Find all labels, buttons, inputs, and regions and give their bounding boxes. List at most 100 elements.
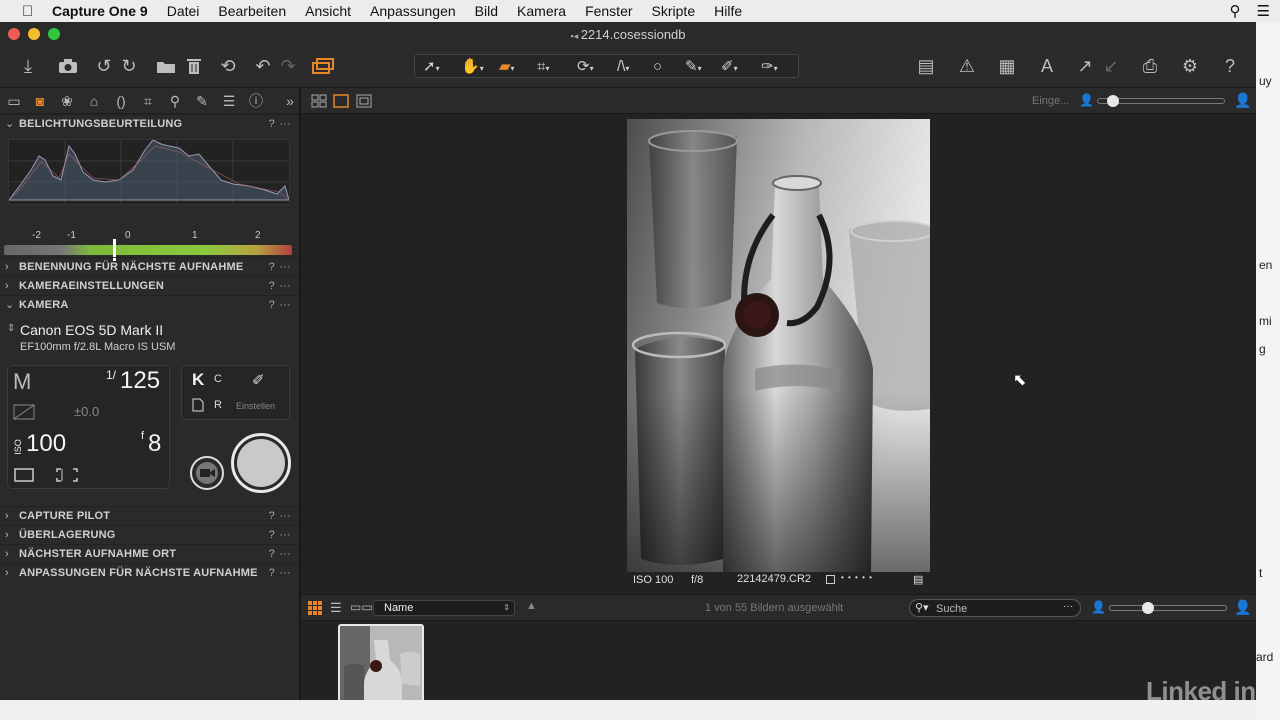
section-naechster-aufnahme-ort[interactable]: › NÄCHSTER AUFNAHME ORT ? ··· <box>0 544 299 563</box>
trash-icon[interactable] <box>182 54 206 78</box>
exposure-tab-icon[interactable]: ⌂ <box>85 92 103 110</box>
more-options-icon[interactable]: ··· <box>279 545 291 563</box>
details-tab-icon[interactable]: ⚲ <box>166 92 184 110</box>
grid-icon[interactable]: ▦ <box>995 54 1019 78</box>
c-label[interactable]: C <box>214 373 222 385</box>
notification-list-icon[interactable]: ☰ <box>1257 2 1270 20</box>
rotate-left-icon[interactable]: ↺ <box>92 54 116 78</box>
more-options-icon[interactable]: ··· <box>279 115 291 133</box>
color-picker-icon[interactable]: ✐▾ <box>721 56 738 78</box>
help-icon[interactable]: ? <box>269 277 275 295</box>
image-viewer[interactable]: ISO 100 f/8 22142479.CR2 • • • • • ▤ ⬉ <box>301 114 1256 594</box>
section-kameraeinstellungen[interactable]: › KAMERAEINSTELLUNGEN ? ··· <box>0 276 299 295</box>
help-icon[interactable]: ? <box>269 296 275 314</box>
capture-camera-icon[interactable] <box>56 54 80 78</box>
list-view-icon[interactable]: ☰ <box>330 600 342 616</box>
brush-icon[interactable]: ✎▾ <box>685 56 702 78</box>
copy-apply-icon[interactable]: ✑▾ <box>761 56 778 78</box>
composition-tab-icon[interactable]: ⌗ <box>139 92 157 110</box>
einstellen-label[interactable]: Einstellen <box>236 401 275 411</box>
apply-adjustments-icon[interactable]: ↙ <box>1099 54 1123 78</box>
pan-hand-icon[interactable]: ✋▾ <box>461 56 484 78</box>
undo-icon[interactable]: ↶ <box>251 54 275 78</box>
spot-removal-icon[interactable]: ○ <box>653 56 662 78</box>
reset-adjustments-icon[interactable]: ⟲ <box>216 54 240 78</box>
import-icon[interactable]: ⤓ <box>16 54 40 78</box>
star-rating[interactable]: • • • • • <box>841 573 873 582</box>
exposure-warning-icon[interactable]: ⚠ <box>955 54 979 78</box>
iso-value[interactable]: 100 <box>26 430 66 458</box>
spotlight-search-icon[interactable]: ⚲ <box>1230 2 1241 20</box>
k-label[interactable]: K <box>192 370 204 390</box>
capture-shutter-button[interactable] <box>231 433 291 493</box>
single-view-icon[interactable] <box>333 94 349 113</box>
sort-select[interactable]: Name ⇕ <box>373 600 515 616</box>
metadata-tab-icon[interactable]: ⓘ <box>247 92 265 110</box>
more-tabs-icon[interactable]: » <box>281 92 299 110</box>
zoom-fit-label[interactable]: Einge... <box>1032 95 1069 107</box>
exposure-compensation[interactable]: ±0.0 <box>74 404 99 419</box>
before-after-icon[interactable]: ▤ <box>914 54 938 78</box>
multi-view-icon[interactable] <box>311 94 327 113</box>
menu-fenster[interactable]: Fenster <box>585 3 632 19</box>
menu-kamera[interactable]: Kamera <box>517 3 566 19</box>
help-icon[interactable]: ? <box>269 564 275 582</box>
menu-ansicht[interactable]: Ansicht <box>305 3 351 19</box>
menu-skripte[interactable]: Skripte <box>652 3 696 19</box>
keystone-icon[interactable]: /\▾ <box>617 56 629 78</box>
more-options-icon[interactable]: ··· <box>279 277 291 295</box>
thumbnail-size-knob[interactable] <box>1142 602 1154 614</box>
sort-direction-icon[interactable]: ▲ <box>526 600 537 612</box>
color-tag-icon[interactable] <box>826 575 835 584</box>
variants-icon[interactable] <box>311 54 335 78</box>
redo-icon[interactable]: ↷ <box>276 54 300 78</box>
thumbnail-size-slider[interactable] <box>1109 602 1227 614</box>
search-options-icon[interactable]: ··· <box>1063 601 1073 612</box>
lens-tab-icon[interactable]: () <box>112 92 130 110</box>
search-field[interactable]: ⚲▾ Suche ··· <box>909 599 1081 617</box>
live-view-button[interactable] <box>190 456 224 490</box>
eyedropper-icon[interactable]: ✐ <box>252 371 265 389</box>
aperture-value[interactable]: 8 <box>148 430 161 458</box>
help-icon[interactable]: ? <box>269 545 275 563</box>
menu-bearbeiten[interactable]: Bearbeiten <box>218 3 286 19</box>
more-options-icon[interactable]: ··· <box>279 258 291 276</box>
filmstrip-view-icon[interactable]: ▭▭ <box>350 600 373 614</box>
exposure-mode[interactable]: M <box>13 369 31 395</box>
color-tab-icon[interactable]: ❀ <box>58 92 76 110</box>
section-benennung[interactable]: › BENENNUNG FÜR NÄCHSTE AUFNAHME ? ··· <box>0 257 299 276</box>
info-menu-icon[interactable]: ▤ <box>913 573 923 586</box>
proof-margin-icon[interactable] <box>356 94 372 113</box>
menu-app-name[interactable]: Capture One 9 <box>52 3 148 19</box>
rotate-tool-icon[interactable]: ⟳▾ <box>577 56 594 78</box>
more-options-icon[interactable]: ··· <box>279 564 291 582</box>
library-tab-icon[interactable]: ▭ <box>5 92 23 110</box>
more-options-icon[interactable]: ··· <box>279 507 291 525</box>
grid-view-icon[interactable] <box>308 601 322 620</box>
section-belichtungsbeurteilung[interactable]: ⌄ BELICHTUNGSBEURTEILUNG ? ··· <box>0 114 299 133</box>
settings-gear-icon[interactable]: ⚙ <box>1178 54 1202 78</box>
menu-hilfe[interactable]: Hilfe <box>714 3 742 19</box>
print-icon[interactable]: ⎙ <box>1138 54 1162 78</box>
move-to-folder-icon[interactable] <box>154 54 178 78</box>
menu-bild[interactable]: Bild <box>475 3 498 19</box>
select-cursor-icon[interactable]: ➚▾ <box>423 56 440 78</box>
more-options-icon[interactable]: ··· <box>279 296 291 314</box>
section-ueberlagerung[interactable]: › ÜBERLAGERUNG ? ··· <box>0 525 299 544</box>
crop-icon[interactable]: ⌗▾ <box>537 56 549 78</box>
camera-name[interactable]: Canon EOS 5D Mark II <box>20 322 163 338</box>
text-overlay-icon[interactable]: A <box>1035 54 1059 78</box>
help-icon[interactable]: ? <box>269 526 275 544</box>
camera-select-icon[interactable]: ⇕ <box>7 323 15 334</box>
more-options-icon[interactable]: ··· <box>279 526 291 544</box>
r-label[interactable]: R <box>214 399 222 411</box>
copy-adjustments-icon[interactable]: ↗ <box>1073 54 1097 78</box>
main-photo[interactable] <box>627 119 930 572</box>
focus-area-icon[interactable] <box>56 468 78 487</box>
thumbnail-selected[interactable] <box>338 624 424 704</box>
metering-icon[interactable] <box>14 468 34 487</box>
rotate-right-icon[interactable]: ↻ <box>117 54 141 78</box>
section-kamera[interactable]: ⌄ KAMERA ? ··· <box>0 295 299 314</box>
menu-anpassungen[interactable]: Anpassungen <box>370 3 456 19</box>
zoom-slider[interactable] <box>1097 95 1225 107</box>
